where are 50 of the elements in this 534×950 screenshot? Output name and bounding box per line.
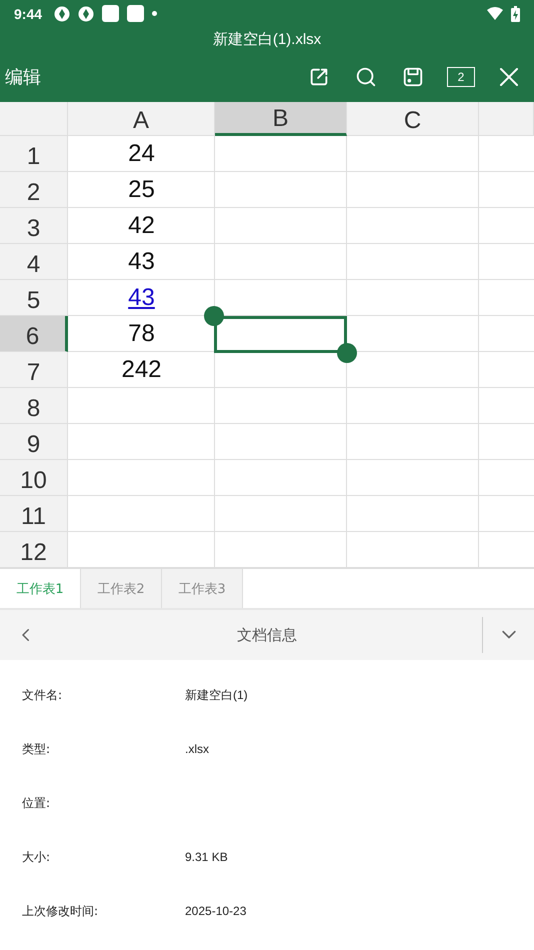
notification-icon bbox=[102, 5, 120, 22]
row-header[interactable]: 1 bbox=[0, 136, 68, 172]
column-header[interactable]: C bbox=[347, 102, 479, 136]
row-header[interactable]: 2 bbox=[0, 172, 68, 208]
row-header[interactable]: 8 bbox=[0, 388, 68, 424]
cell-value: 42 bbox=[128, 212, 155, 240]
field-value: 新建空白(1) bbox=[185, 686, 248, 704]
edit-label: 编辑 bbox=[5, 66, 42, 89]
window-title: 新建空白(1).xlsx bbox=[212, 30, 322, 49]
app-icon bbox=[78, 6, 94, 22]
status-time: 9:44 bbox=[14, 6, 42, 22]
corner-header bbox=[0, 102, 68, 136]
selection-handle[interactable] bbox=[204, 306, 224, 326]
cell-value: 24 bbox=[128, 140, 155, 168]
hyperlink-cell-text[interactable]: 43 bbox=[128, 284, 155, 312]
row-header[interactable]: 9 bbox=[0, 424, 68, 460]
field-label: 文件名: bbox=[22, 686, 64, 704]
column-header[interactable]: B bbox=[215, 102, 347, 136]
row-header[interactable]: 7 bbox=[0, 352, 68, 388]
search-icon bbox=[355, 66, 377, 88]
save-icon bbox=[402, 66, 424, 88]
external-link-icon bbox=[308, 66, 330, 88]
row-header[interactable]: 12 bbox=[0, 532, 68, 568]
cell-value: 43 bbox=[128, 248, 155, 276]
panel-title: 文档信息 bbox=[236, 626, 298, 644]
field-label: 上次修改时间: bbox=[22, 902, 100, 920]
field-label: 大小: bbox=[22, 848, 52, 866]
field-value: 9.31 KB bbox=[185, 850, 228, 864]
row-header[interactable]: 11 bbox=[0, 496, 68, 532]
window-count-button[interactable]: 2 bbox=[447, 67, 475, 87]
dot-icon bbox=[152, 11, 158, 16]
field-label: 类型: bbox=[22, 740, 52, 758]
row-header[interactable]: 4 bbox=[0, 244, 68, 280]
field-value: 2025-10-23 bbox=[185, 904, 246, 918]
wifi-icon bbox=[487, 7, 503, 20]
row-header[interactable]: 10 bbox=[0, 460, 68, 496]
cell-value: 242 bbox=[121, 356, 162, 384]
row-header[interactable]: 5 bbox=[0, 280, 68, 316]
column-header[interactable]: A bbox=[68, 102, 215, 136]
close-icon bbox=[497, 65, 521, 89]
row-header[interactable]: 3 bbox=[0, 208, 68, 244]
app-icon bbox=[54, 6, 70, 22]
cell-value: 78 bbox=[128, 320, 155, 348]
selection-handle[interactable] bbox=[337, 343, 357, 363]
field-value: .xlsx bbox=[185, 742, 209, 756]
row-header[interactable]: 6 bbox=[0, 316, 68, 352]
cell-value: 25 bbox=[128, 176, 155, 204]
field-label: 位置: bbox=[22, 794, 52, 812]
battery-icon bbox=[511, 6, 520, 22]
notification-icon bbox=[127, 5, 144, 22]
